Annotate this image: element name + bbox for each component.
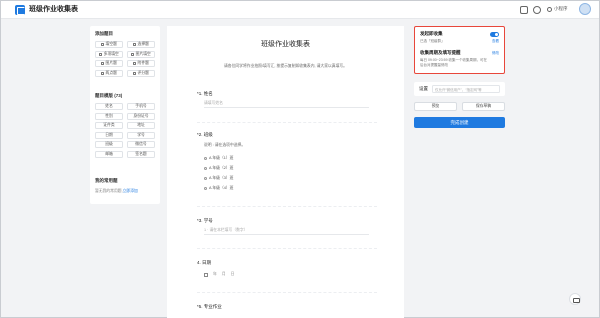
question-palette: 添加题目 填空题 选择题 多项填空 图片填空 图片题 附件题 两点题 评分题 题… [90,26,160,204]
cycle-desc: 每日 09:00~23:59 收集一个收集周期，可在后台对提醒量修改 [420,58,488,67]
radio-icon [204,187,207,190]
attachment-icon [133,62,137,65]
template-button[interactable]: 身份证号 [127,112,155,120]
add-choice-button[interactable]: 选择题 [127,41,155,48]
settings-card: 设置 仅允许“微信用户”、“指定网”等 [414,82,505,96]
option-item[interactable]: A 年级（2）班 [204,166,233,171]
template-button[interactable]: 签名题 [127,150,155,158]
mini-program-button[interactable]: 小程序 [547,6,568,12]
notebook-icon[interactable] [520,6,528,14]
form-canvas: 班级作业收集表 请各位同学将作业拍照/填写汇, 按提示复制如收集表内, 请大家以… [167,26,404,318]
text-icon [101,43,105,46]
add-multi-fill-button[interactable]: 多项填空 [95,50,123,58]
add-common-link[interactable]: 立即添加 [123,189,138,193]
add-image-button[interactable]: 图片题 [95,60,123,67]
add-section-title: 添加题目 [95,31,113,36]
settings-input[interactable]: 仅允许“微信用户”、“指定网”等 [432,85,500,93]
collect-view-link[interactable]: 查看 [492,39,499,44]
divider [197,122,377,123]
app-logo-icon [15,5,25,15]
template-button[interactable]: 证件类 [95,122,123,129]
template-button[interactable]: 微信号 [127,141,155,148]
save-draft-button[interactable]: 保存草稿 [462,102,505,111]
preview-button[interactable]: 预览 [414,102,457,111]
radio-icon [204,167,207,170]
option-item[interactable]: A 年级（4）班 [204,186,233,191]
question-title[interactable]: *3. 学号 [197,218,213,224]
publish-button[interactable]: 完成创建 [414,117,505,128]
option-item[interactable]: A 年级（1）班 [204,156,233,161]
template-section-title: 题目模版 (73) [95,93,123,98]
radio-icon [204,157,207,160]
add-image-fill-button[interactable]: 图片填空 [127,50,155,58]
choice-icon [133,43,137,46]
name-field[interactable]: 请填写姓名 [204,100,369,108]
add-question-grid: 填空题 选择题 多项填空 图片填空 图片题 附件题 两点题 评分题 [95,41,155,77]
form-title[interactable]: 班级作业收集表 [167,39,404,49]
radio-icon [204,177,207,180]
calendar-icon [204,272,208,277]
cycle-title: 收集周期及填写提醒 [420,50,461,55]
multi-fill-icon [99,52,103,56]
image-fill-icon [131,52,135,56]
template-button[interactable]: 性别 [95,112,123,120]
common-section-title: 我的常用题 [95,178,118,183]
template-button[interactable]: 邮箱 [95,150,123,158]
avatar[interactable] [579,3,591,15]
common-empty-text: 暂无我的常用题,立即添加 [95,189,138,193]
publish-settings-card: 发起即收集 已选「班级群」 查看 收集周期及填写提醒 修改 每日 09:00~2… [414,26,505,74]
template-button[interactable]: 手机号 [127,103,155,110]
top-bar: 班级作业收集表 小程序 [1,1,599,19]
question-title[interactable]: *2. 班级 [197,132,213,138]
divider [197,248,377,249]
settings-label: 设置 [419,86,428,91]
template-button[interactable]: 姓名 [95,103,123,110]
add-rating-button[interactable]: 评分题 [127,69,155,77]
help-icon[interactable] [533,6,541,14]
add-fill-button[interactable]: 填空题 [95,41,123,48]
template-button[interactable]: 地址 [127,122,155,129]
student-id-field[interactable]: 1 · 请在本栏填写（数字） [204,227,369,235]
form-description[interactable]: 请各位同学将作业拍照/填写汇, 按提示复制如收集表内, 请大家以真填写。 [167,64,404,69]
divider [197,206,377,207]
divider [197,292,377,293]
rating-icon [133,71,137,75]
option-item[interactable]: A 年级（3）班 [204,176,233,181]
mini-program-icon [547,6,552,12]
collect-title: 发起即收集 [420,31,443,36]
image-icon [101,62,105,65]
question-title[interactable]: *1. 姓名 [197,91,213,97]
collect-desc: 已选「班级群」 [420,39,445,43]
mini-program-label: 小程序 [554,6,568,11]
template-grid: 姓名 手机号 性别 身份证号 证件类 地址 日期 学号 班级 微信号 邮箱 签名… [95,103,155,158]
collect-toggle[interactable] [490,32,499,37]
add-location-button[interactable]: 两点题 [95,69,123,77]
template-button[interactable]: 日期 [95,131,123,139]
question-title[interactable]: *5. 专业作业 [197,304,222,310]
template-button[interactable]: 学号 [127,131,155,139]
question-title[interactable]: 4. 日期 [197,260,211,266]
cycle-edit-link[interactable]: 修改 [492,51,499,56]
chat-icon[interactable] [569,293,581,305]
question-note: 说明 : 请在选项中选择。 [204,143,246,147]
location-icon [101,71,105,75]
date-field[interactable]: 年 月 日 [204,272,234,277]
app-title: 班级作业收集表 [29,6,78,13]
add-attachment-button[interactable]: 附件题 [127,60,155,67]
template-button[interactable]: 班级 [95,141,123,148]
